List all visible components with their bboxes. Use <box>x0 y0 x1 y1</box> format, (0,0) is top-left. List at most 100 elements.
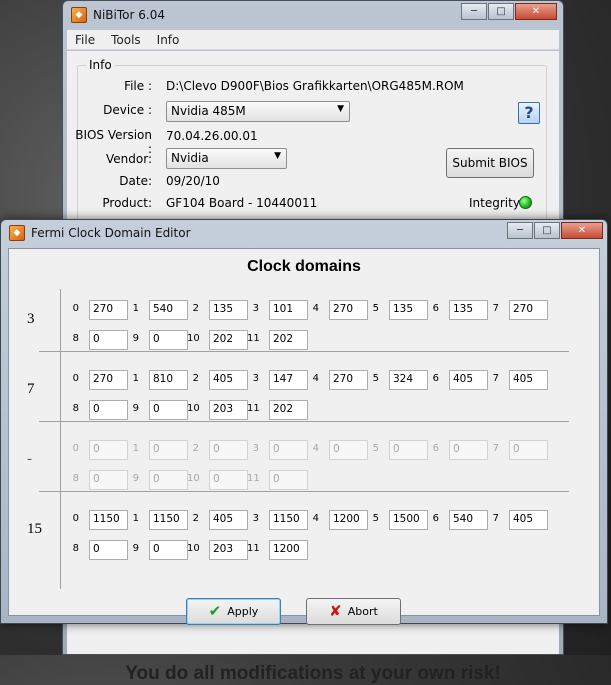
dialog-body: Clock domains 3 0 270 1 540 2 135 3 101 4 270 5 135 6… <box>8 248 603 625</box>
clock-value-input: 0 <box>209 470 248 490</box>
domain-index-label: 11 <box>247 473 260 484</box>
main-window-title: NiBiTor 6.04 <box>93 8 165 22</box>
clock-value-input[interactable]: 202 <box>269 330 308 350</box>
clock-value-input[interactable]: 0 <box>149 330 188 350</box>
clock-value-input[interactable]: 0 <box>149 540 188 560</box>
clock-value-input[interactable]: 405 <box>209 510 248 530</box>
clock-value-input[interactable]: 1150 <box>269 510 308 530</box>
close-icon[interactable]: ✕ <box>561 222 603 239</box>
clock-value-input[interactable]: 270 <box>89 300 128 320</box>
clock-value-input[interactable]: 1200 <box>329 510 368 530</box>
clock-value-input[interactable]: 405 <box>509 510 548 530</box>
clock-value-input[interactable]: 203 <box>209 400 248 420</box>
clock-value-input[interactable]: 324 <box>389 370 428 390</box>
clock-value-input[interactable]: 405 <box>509 370 548 390</box>
abort-label: Abort <box>347 605 378 618</box>
clock-domain-section: 7 0 270 1 810 2 405 3 147 4 270 5 324 6 405 7 405 8 0 9 0 10 2… <box>9 359 603 429</box>
apply-button[interactable]: ✔ Apply <box>186 598 281 625</box>
domain-index-label: 10 <box>187 333 200 344</box>
clock-value-input: 0 <box>389 440 428 460</box>
domain-index-label: 11 <box>247 333 260 344</box>
apply-label: Apply <box>227 605 259 618</box>
domain-index-label: 1 <box>132 513 139 524</box>
vendor-label: Vendor: <box>106 152 152 166</box>
clock-value-input[interactable]: 203 <box>209 540 248 560</box>
domain-index-label: 9 <box>132 473 139 484</box>
nibitor-app-icon: ◆ <box>9 225 25 241</box>
clock-value-input[interactable]: 405 <box>449 370 488 390</box>
main-title-bar[interactable]: ◆ NiBiTor 6.04 ─ □ ✕ <box>63 1 563 29</box>
domain-index-label: 6 <box>432 513 439 524</box>
clock-value-input[interactable]: 270 <box>509 300 548 320</box>
domain-index-label: 6 <box>432 373 439 384</box>
clock-value-input: 0 <box>149 470 188 490</box>
clock-value-input[interactable]: 270 <box>329 370 368 390</box>
domain-index-label: 8 <box>72 333 79 344</box>
menu-file[interactable]: File <box>67 33 103 47</box>
maximize-icon[interactable]: □ <box>534 222 560 239</box>
domain-index-label: 8 <box>72 543 79 554</box>
clock-value-input: 0 <box>329 440 368 460</box>
clock-value-input[interactable]: 405 <box>209 370 248 390</box>
domain-index-label: 2 <box>192 303 199 314</box>
clock-value-input[interactable]: 1150 <box>149 510 188 530</box>
abort-button[interactable]: ✘ Abort <box>306 598 401 625</box>
info-groupbox: Info File : D:\Clevo D900F\Bios Grafikka… <box>75 58 547 235</box>
clock-value-input[interactable]: 135 <box>449 300 488 320</box>
menu-bar: File Tools Info <box>67 30 559 50</box>
domain-index-label: 11 <box>247 403 260 414</box>
domain-index-label: 8 <box>72 403 79 414</box>
help-icon[interactable]: ? <box>518 102 540 124</box>
clock-value-input[interactable]: 270 <box>329 300 368 320</box>
clock-value-input[interactable]: 101 <box>269 300 308 320</box>
submit-bios-button[interactable]: Submit BIOS <box>446 148 534 178</box>
file-label: File : <box>124 79 152 93</box>
device-select[interactable]: Nvidia 485M ▼ <box>166 101 350 122</box>
domain-index-label: 11 <box>247 543 260 554</box>
menu-tools[interactable]: Tools <box>103 33 149 47</box>
clock-domain-label: 7 <box>27 381 35 397</box>
domain-index-label: 2 <box>192 373 199 384</box>
domain-index-label: 7 <box>492 443 499 454</box>
clock-value-input[interactable]: 1200 <box>269 540 308 560</box>
bios-version-value: 70.04.26.00.01 <box>166 129 258 143</box>
clock-value-input[interactable]: 147 <box>269 370 308 390</box>
dialog-title-bar[interactable]: ◆ Fermi Clock Domain Editor ─ □ ✕ <box>1 220 607 246</box>
chevron-down-icon: ▼ <box>337 104 344 114</box>
domain-index-label: 0 <box>72 513 79 524</box>
minimize-icon[interactable]: ─ <box>507 222 533 239</box>
minimize-icon[interactable]: ─ <box>461 3 487 20</box>
domain-index-label: 3 <box>252 303 259 314</box>
clock-value-input[interactable]: 0 <box>89 330 128 350</box>
clock-value-input[interactable]: 270 <box>89 370 128 390</box>
clock-value-input[interactable]: 540 <box>149 300 188 320</box>
nibitor-app-icon: ◆ <box>71 7 87 23</box>
clock-value-input[interactable]: 135 <box>389 300 428 320</box>
domain-index-label: 5 <box>372 303 379 314</box>
maximize-icon[interactable]: □ <box>488 3 514 20</box>
clock-value-input[interactable]: 0 <box>149 400 188 420</box>
domain-index-label: 7 <box>492 373 499 384</box>
clock-value-input: 0 <box>449 440 488 460</box>
domain-index-label: 4 <box>312 513 319 524</box>
clock-value-input[interactable]: 135 <box>209 300 248 320</box>
clock-value-input: 0 <box>149 440 188 460</box>
clock-value-input: 0 <box>209 440 248 460</box>
domain-index-label: 1 <box>132 443 139 454</box>
clock-value-input[interactable]: 0 <box>89 540 128 560</box>
clock-value-input[interactable]: 1150 <box>89 510 128 530</box>
clock-value-input[interactable]: 0 <box>89 400 128 420</box>
clock-value-input: 0 <box>89 470 128 490</box>
clock-value-input: 0 <box>269 440 308 460</box>
clock-value-input[interactable]: 540 <box>449 510 488 530</box>
vendor-select[interactable]: Nvidia ▼ <box>166 148 287 169</box>
clock-value-input: 0 <box>269 470 308 490</box>
close-icon[interactable]: ✕ <box>515 3 557 20</box>
domain-index-label: 0 <box>72 373 79 384</box>
menu-info[interactable]: Info <box>149 33 188 47</box>
domain-index-label: 4 <box>312 443 319 454</box>
clock-value-input[interactable]: 202 <box>209 330 248 350</box>
clock-value-input[interactable]: 1500 <box>389 510 428 530</box>
clock-value-input[interactable]: 202 <box>269 400 308 420</box>
clock-value-input[interactable]: 810 <box>149 370 188 390</box>
